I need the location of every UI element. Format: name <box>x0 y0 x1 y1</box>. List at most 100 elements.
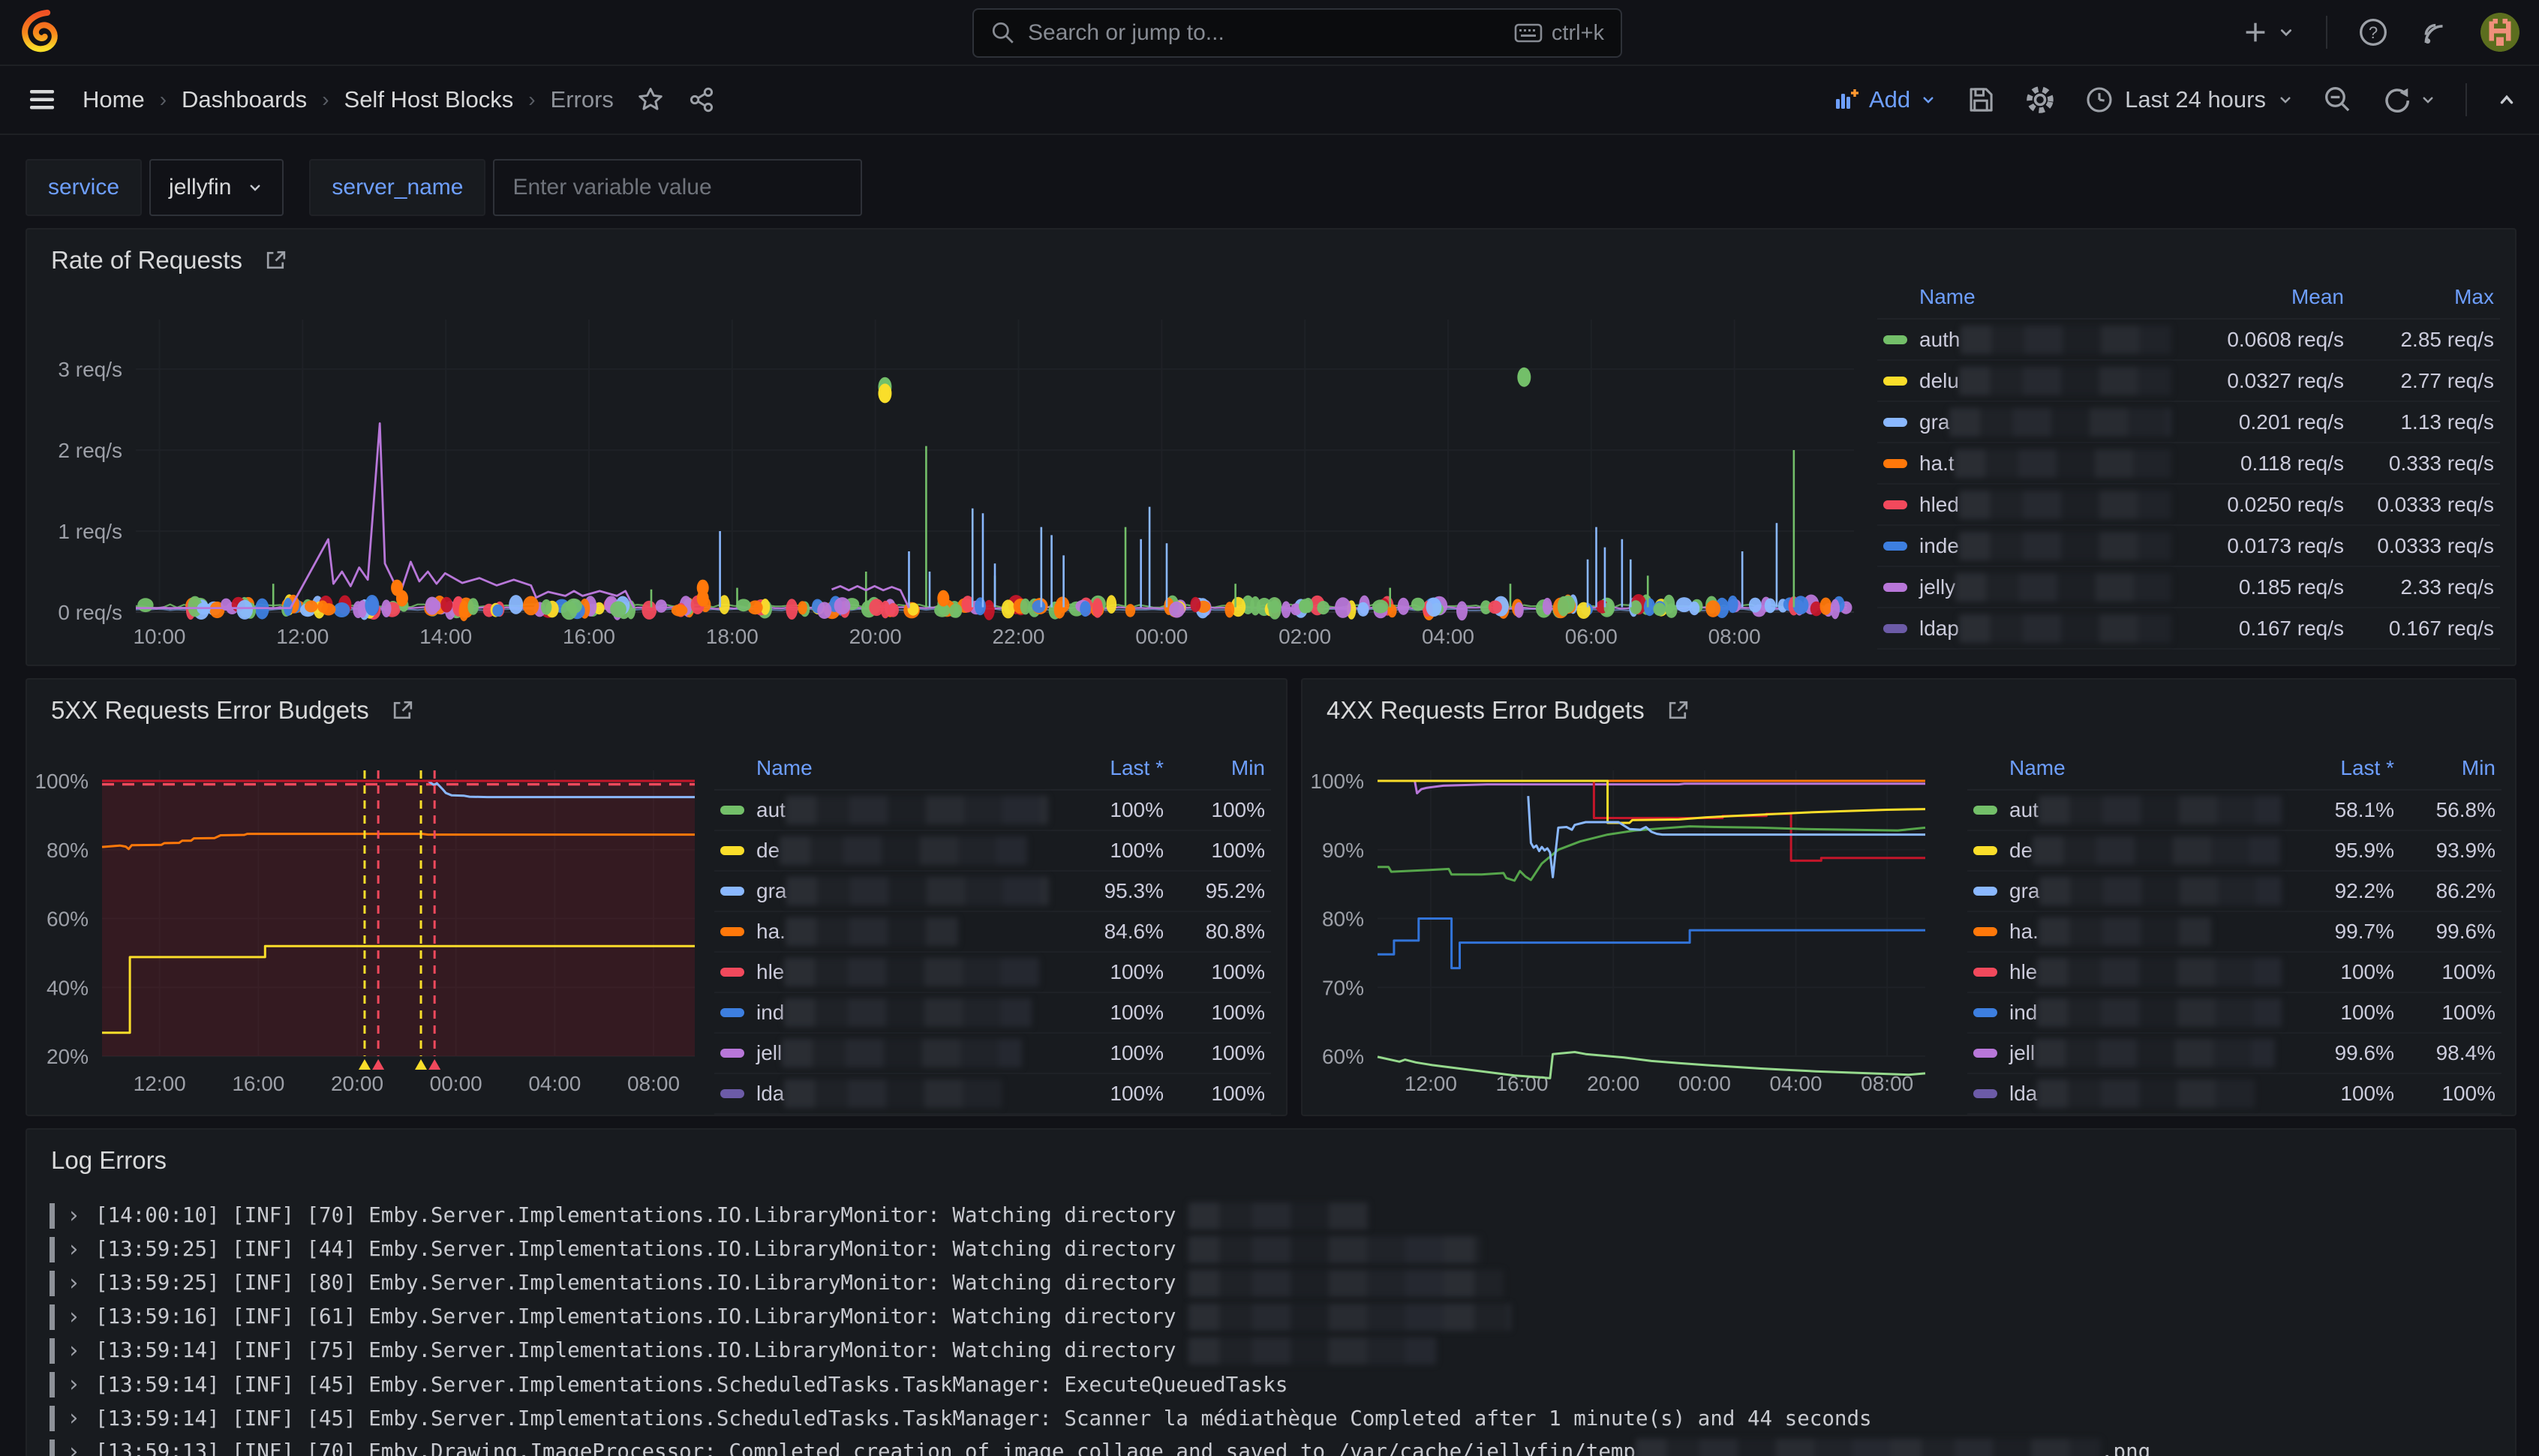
expand-chevron-icon[interactable]: › <box>67 1405 83 1431</box>
legend-row[interactable]: jell99.6%98.4% <box>1967 1034 2501 1074</box>
search-input[interactable]: Search or jump to... ctrl+k <box>972 8 1622 58</box>
legend-row[interactable]: ind100%100% <box>714 993 1271 1034</box>
expand-chevron-icon[interactable]: › <box>67 1371 83 1397</box>
legend-row[interactable]: aut58.1%56.8% <box>1967 791 2501 831</box>
series-color-swatch[interactable] <box>1973 806 1997 815</box>
series-name[interactable]: de <box>756 839 780 863</box>
save-icon[interactable] <box>1966 85 1996 115</box>
log-row[interactable]: ›[13:59:14] [INF] [45] Emby.Server.Imple… <box>50 1401 2492 1435</box>
series-name[interactable]: aut <box>2009 798 2039 822</box>
series-color-swatch[interactable] <box>1883 542 1907 551</box>
legend-row[interactable]: ha.99.7%99.6% <box>1967 912 2501 953</box>
series-color-swatch[interactable] <box>1973 927 1997 936</box>
panel-title[interactable]: Log Errors <box>51 1146 167 1175</box>
series-name[interactable]: jelly <box>1919 575 1955 599</box>
series-color-swatch[interactable] <box>1973 887 1997 896</box>
variable-input-server-name[interactable]: Enter variable value <box>493 159 862 216</box>
series-color-swatch[interactable] <box>720 1008 744 1017</box>
expand-chevron-icon[interactable]: › <box>67 1439 83 1456</box>
legend-col-2[interactable]: Min <box>2394 756 2495 780</box>
legend-col-1[interactable]: Last * <box>1051 756 1164 780</box>
user-avatar[interactable] <box>2480 13 2519 52</box>
log-row[interactable]: ›[13:59:16] [INF] [61] Emby.Server.Imple… <box>50 1300 2492 1334</box>
series-color-swatch[interactable] <box>720 806 744 815</box>
legend-row[interactable]: gra0.201 req/s1.13 req/s <box>1877 402 2500 443</box>
legend-row[interactable]: aut100%100% <box>714 791 1271 831</box>
series-color-swatch[interactable] <box>1883 418 1907 427</box>
series-name[interactable]: jell <box>2009 1041 2035 1065</box>
series-name[interactable]: delu <box>1919 369 1959 393</box>
share-icon[interactable] <box>687 86 716 114</box>
series-name[interactable]: de <box>2009 839 2033 863</box>
legend-row[interactable]: gra92.2%86.2% <box>1967 872 2501 912</box>
legend-col-1[interactable]: Mean <box>2171 285 2344 309</box>
legend-row[interactable]: hled0.0250 req/s0.0333 req/s <box>1877 485 2500 526</box>
legend-row[interactable]: de95.9%93.9% <box>1967 831 2501 872</box>
series-color-swatch[interactable] <box>720 846 744 855</box>
menu-icon[interactable] <box>27 86 60 113</box>
series-name[interactable]: gra <box>756 879 786 903</box>
series-name[interactable]: hle <box>756 960 784 984</box>
panel-title[interactable]: 5XX Requests Error Budgets <box>51 696 369 725</box>
series-color-swatch[interactable] <box>720 968 744 977</box>
series-name[interactable]: jell <box>756 1041 782 1065</box>
legend-row[interactable]: inde0.0173 req/s0.0333 req/s <box>1877 526 2500 567</box>
legend-row[interactable]: jell100%100% <box>714 1034 1271 1074</box>
time-range-picker[interactable]: Last 24 hours <box>2084 85 2294 115</box>
5xx-chart[interactable]: 12:0016:0020:0000:0004:0008:00100%80%60%… <box>35 755 747 1107</box>
series-name[interactable]: ind <box>756 1001 784 1025</box>
external-link-icon[interactable] <box>263 248 289 273</box>
grafana-logo-icon[interactable] <box>17 8 65 56</box>
4xx-chart[interactable]: 12:0016:0020:0000:0004:0008:00100%90%80%… <box>1310 755 1970 1107</box>
series-name[interactable]: ind <box>2009 1001 2037 1025</box>
legend-row[interactable]: jelly0.185 req/s2.33 req/s <box>1877 567 2500 608</box>
legend-row[interactable]: gra95.3%95.2% <box>714 872 1271 912</box>
legend-row[interactable]: ind100%100% <box>1967 993 2501 1034</box>
expand-chevron-icon[interactable]: › <box>67 1304 83 1330</box>
series-color-swatch[interactable] <box>1883 624 1907 633</box>
legend-row[interactable]: de100%100% <box>714 831 1271 872</box>
series-name[interactable]: hle <box>2009 960 2037 984</box>
series-name[interactable]: ha. <box>2009 920 2039 944</box>
legend-row[interactable]: auth0.0608 req/s2.85 req/s <box>1877 320 2500 361</box>
expand-chevron-icon[interactable]: › <box>67 1270 83 1296</box>
series-color-swatch[interactable] <box>720 887 744 896</box>
settings-gear-icon[interactable] <box>2024 84 2056 116</box>
chevron-down-icon[interactable] <box>2276 23 2296 42</box>
series-name[interactable]: aut <box>756 798 786 822</box>
legend-row[interactable]: hle100%100% <box>1967 953 2501 993</box>
legend-row[interactable]: delu0.0327 req/s2.77 req/s <box>1877 361 2500 402</box>
series-name[interactable]: lda <box>2009 1082 2037 1106</box>
breadcrumb-folder[interactable]: Self Host Blocks <box>344 86 514 113</box>
legend-col-2[interactable]: Max <box>2344 285 2494 309</box>
expand-chevron-icon[interactable]: › <box>67 1202 83 1229</box>
log-row[interactable]: ›[13:59:14] [INF] [45] Emby.Server.Imple… <box>50 1367 2492 1401</box>
series-color-swatch[interactable] <box>1883 459 1907 468</box>
series-name[interactable]: ha. <box>756 920 786 944</box>
series-color-swatch[interactable] <box>1883 500 1907 509</box>
variable-select-service[interactable]: jellyfin <box>149 159 284 216</box>
breadcrumb-dashboards[interactable]: Dashboards <box>182 86 307 113</box>
legend-row[interactable]: ha.84.6%80.8% <box>714 912 1271 953</box>
rate-chart[interactable]: 10:0012:0014:0016:0018:0020:0022:0000:00… <box>35 290 1880 659</box>
log-row[interactable]: ›[13:59:25] [INF] [80] Emby.Server.Imple… <box>50 1266 2492 1300</box>
legend-col-1[interactable]: Last * <box>2282 756 2394 780</box>
breadcrumb-home[interactable]: Home <box>83 86 145 113</box>
series-color-swatch[interactable] <box>1883 583 1907 592</box>
panel-title[interactable]: 4XX Requests Error Budgets <box>1327 696 1645 725</box>
log-row[interactable]: ›[13:59:25] [INF] [44] Emby.Server.Imple… <box>50 1232 2492 1266</box>
zoom-out-icon[interactable] <box>2323 85 2353 115</box>
legend-row[interactable]: lda100%100% <box>714 1074 1271 1115</box>
series-name[interactable]: ha.t <box>1919 452 1955 476</box>
series-color-swatch[interactable] <box>1883 335 1907 344</box>
legend-col-name[interactable]: Name <box>1883 285 2171 309</box>
series-color-swatch[interactable] <box>1973 968 1997 977</box>
help-icon[interactable]: ? <box>2357 17 2389 48</box>
legend-col-name[interactable]: Name <box>720 756 1051 780</box>
series-color-swatch[interactable] <box>1973 846 1997 855</box>
favorite-star-icon[interactable] <box>636 86 665 114</box>
legend-col-name[interactable]: Name <box>1973 756 2282 780</box>
series-name[interactable]: lda <box>756 1082 784 1106</box>
legend-row[interactable]: hle100%100% <box>714 953 1271 993</box>
series-color-swatch[interactable] <box>1973 1049 1997 1058</box>
